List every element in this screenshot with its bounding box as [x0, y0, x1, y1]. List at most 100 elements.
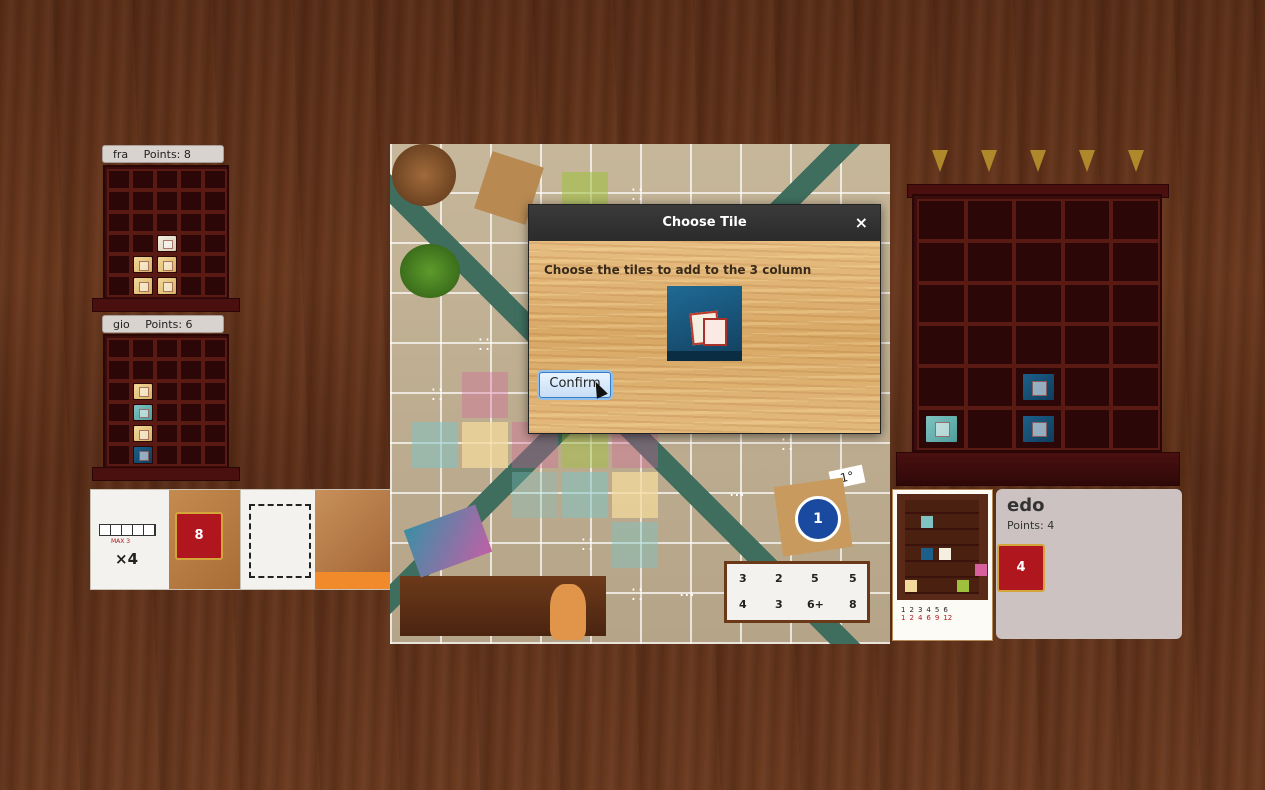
choose-tile-dialog: Choose Tile × Choose the tiles to add to…	[528, 204, 881, 434]
tile-slot	[155, 254, 179, 276]
shelf-base-fra	[92, 298, 240, 312]
rule-count: 3	[739, 572, 747, 585]
close-icon[interactable]: ×	[855, 205, 868, 241]
board-empty-slot: ⁚⁚	[477, 335, 493, 354]
personal-goal-card[interactable]: 1 2 3 4 5 6 1 2 4 6 9 12	[892, 489, 993, 641]
rule-count: 4	[739, 598, 747, 611]
goal-plant-slot	[975, 564, 987, 576]
goal-points: 9	[934, 614, 940, 622]
player-points: Points: 8	[143, 148, 191, 161]
board-empty-slot: ⋯	[729, 485, 747, 504]
goal-count: 2	[909, 606, 914, 614]
goal-points: 4	[917, 614, 923, 622]
tile-book	[134, 278, 152, 294]
tile-book	[158, 278, 176, 294]
rule-points: 2	[775, 572, 783, 585]
scoring-token-8[interactable]: 8	[175, 512, 223, 560]
tile-slot	[131, 423, 155, 445]
tile-slot	[155, 275, 179, 297]
tile-trophy	[134, 404, 152, 421]
column-1-arrow-icon[interactable]	[932, 150, 948, 172]
column-2-arrow-icon[interactable]	[981, 150, 997, 172]
heart-frame-icon	[703, 318, 727, 346]
player-points: Points: 6	[145, 318, 193, 331]
basket-decoration	[392, 144, 456, 206]
goal-count: 1	[901, 606, 906, 614]
goal-points: 1	[901, 614, 906, 622]
rule-count: 5	[811, 572, 819, 585]
tile-slot	[131, 275, 155, 297]
tile-shadow	[667, 351, 742, 361]
player-name: fra	[113, 148, 129, 161]
board-tile[interactable]	[612, 472, 658, 518]
goal-count: 4	[926, 606, 931, 614]
shelf-gio	[103, 334, 229, 470]
personal-goal-shelf	[897, 494, 988, 600]
board-empty-slot: ⋯	[679, 585, 697, 604]
board-tile[interactable]	[462, 372, 508, 418]
current-player-name: edo	[1007, 495, 1045, 516]
tile-slot	[131, 254, 155, 276]
column-3-arrow-icon[interactable]	[1030, 150, 1046, 172]
common-goal-card-2[interactable]	[240, 489, 392, 590]
current-player-scoring-token: 4	[997, 544, 1045, 592]
board-token-1[interactable]: 1	[795, 496, 841, 542]
rule-points: 5	[849, 572, 857, 585]
board-tile[interactable]	[412, 422, 458, 468]
player-label-fra: fra Points: 8	[102, 145, 224, 163]
current-player-panel: edo Points: 4 4	[996, 489, 1182, 639]
goal-points: 6	[926, 614, 931, 622]
selectable-tile-frame[interactable]	[667, 286, 742, 361]
board-empty-slot: ⁚⁚	[430, 385, 446, 404]
board-empty-slot: ⁚⁚	[630, 585, 646, 604]
shelf-base-edo	[896, 452, 1180, 486]
tile-slot	[131, 444, 155, 466]
goal-points: 12	[943, 614, 953, 622]
goal-diagram-corners	[249, 504, 311, 578]
current-player-points: Points: 4	[1007, 519, 1055, 532]
goal-points: 2	[909, 614, 914, 622]
tile-book	[134, 383, 152, 399]
rule-count: 6+	[807, 598, 824, 611]
scoring-rules-card: 3 2 5 5 4 3 6+ 8	[724, 561, 870, 623]
goal-game-slot	[905, 580, 917, 592]
goal-count: 5	[934, 606, 940, 614]
goal-count: 6	[943, 606, 948, 614]
cat-decoration	[550, 584, 586, 640]
column-4-arrow-icon[interactable]	[1079, 150, 1095, 172]
dialog-message: Choose the tiles to add to the 3 column	[544, 263, 812, 277]
board-tile[interactable]	[612, 522, 658, 568]
dialog-titlebar: Choose Tile ×	[529, 205, 880, 241]
tile-trophy	[926, 415, 957, 442]
tile-slot	[917, 407, 966, 450]
tile-frame	[1023, 415, 1054, 442]
goal-box-floor	[315, 572, 391, 589]
shelf-edo	[912, 194, 1162, 452]
tile-slot	[155, 232, 179, 255]
dialog-body: Choose the tiles to add to the 3 column …	[529, 241, 880, 433]
tile-frame	[158, 235, 176, 252]
tile-frame	[134, 447, 152, 463]
column-5-arrow-icon[interactable]	[1128, 150, 1144, 172]
goal-trophy-slot	[921, 516, 933, 528]
board-empty-slot: ⁚⁚	[580, 535, 596, 554]
tile-slot	[131, 401, 155, 424]
rule-points: 3	[775, 598, 783, 611]
goal-frame-slot	[921, 548, 933, 560]
common-goal-card-1[interactable]: MAX 3 ×4 8	[90, 489, 242, 590]
goal-cat-slot	[957, 580, 969, 592]
tile-book	[134, 426, 152, 442]
player-name: gio	[113, 318, 130, 331]
tile-slot	[1014, 366, 1063, 408]
tile-slot	[1014, 407, 1063, 450]
board-tile[interactable]	[462, 422, 508, 468]
goal-book-slot	[939, 548, 951, 560]
board-tile[interactable]	[512, 472, 558, 518]
tile-book	[134, 257, 152, 273]
shelf-fra	[103, 165, 229, 301]
goal-hint: MAX 3	[111, 538, 131, 545]
goal-count: 3	[917, 606, 923, 614]
player-label-gio: gio Points: 6	[102, 315, 224, 333]
shelf-base-gio	[92, 467, 240, 481]
board-tile[interactable]	[562, 472, 608, 518]
